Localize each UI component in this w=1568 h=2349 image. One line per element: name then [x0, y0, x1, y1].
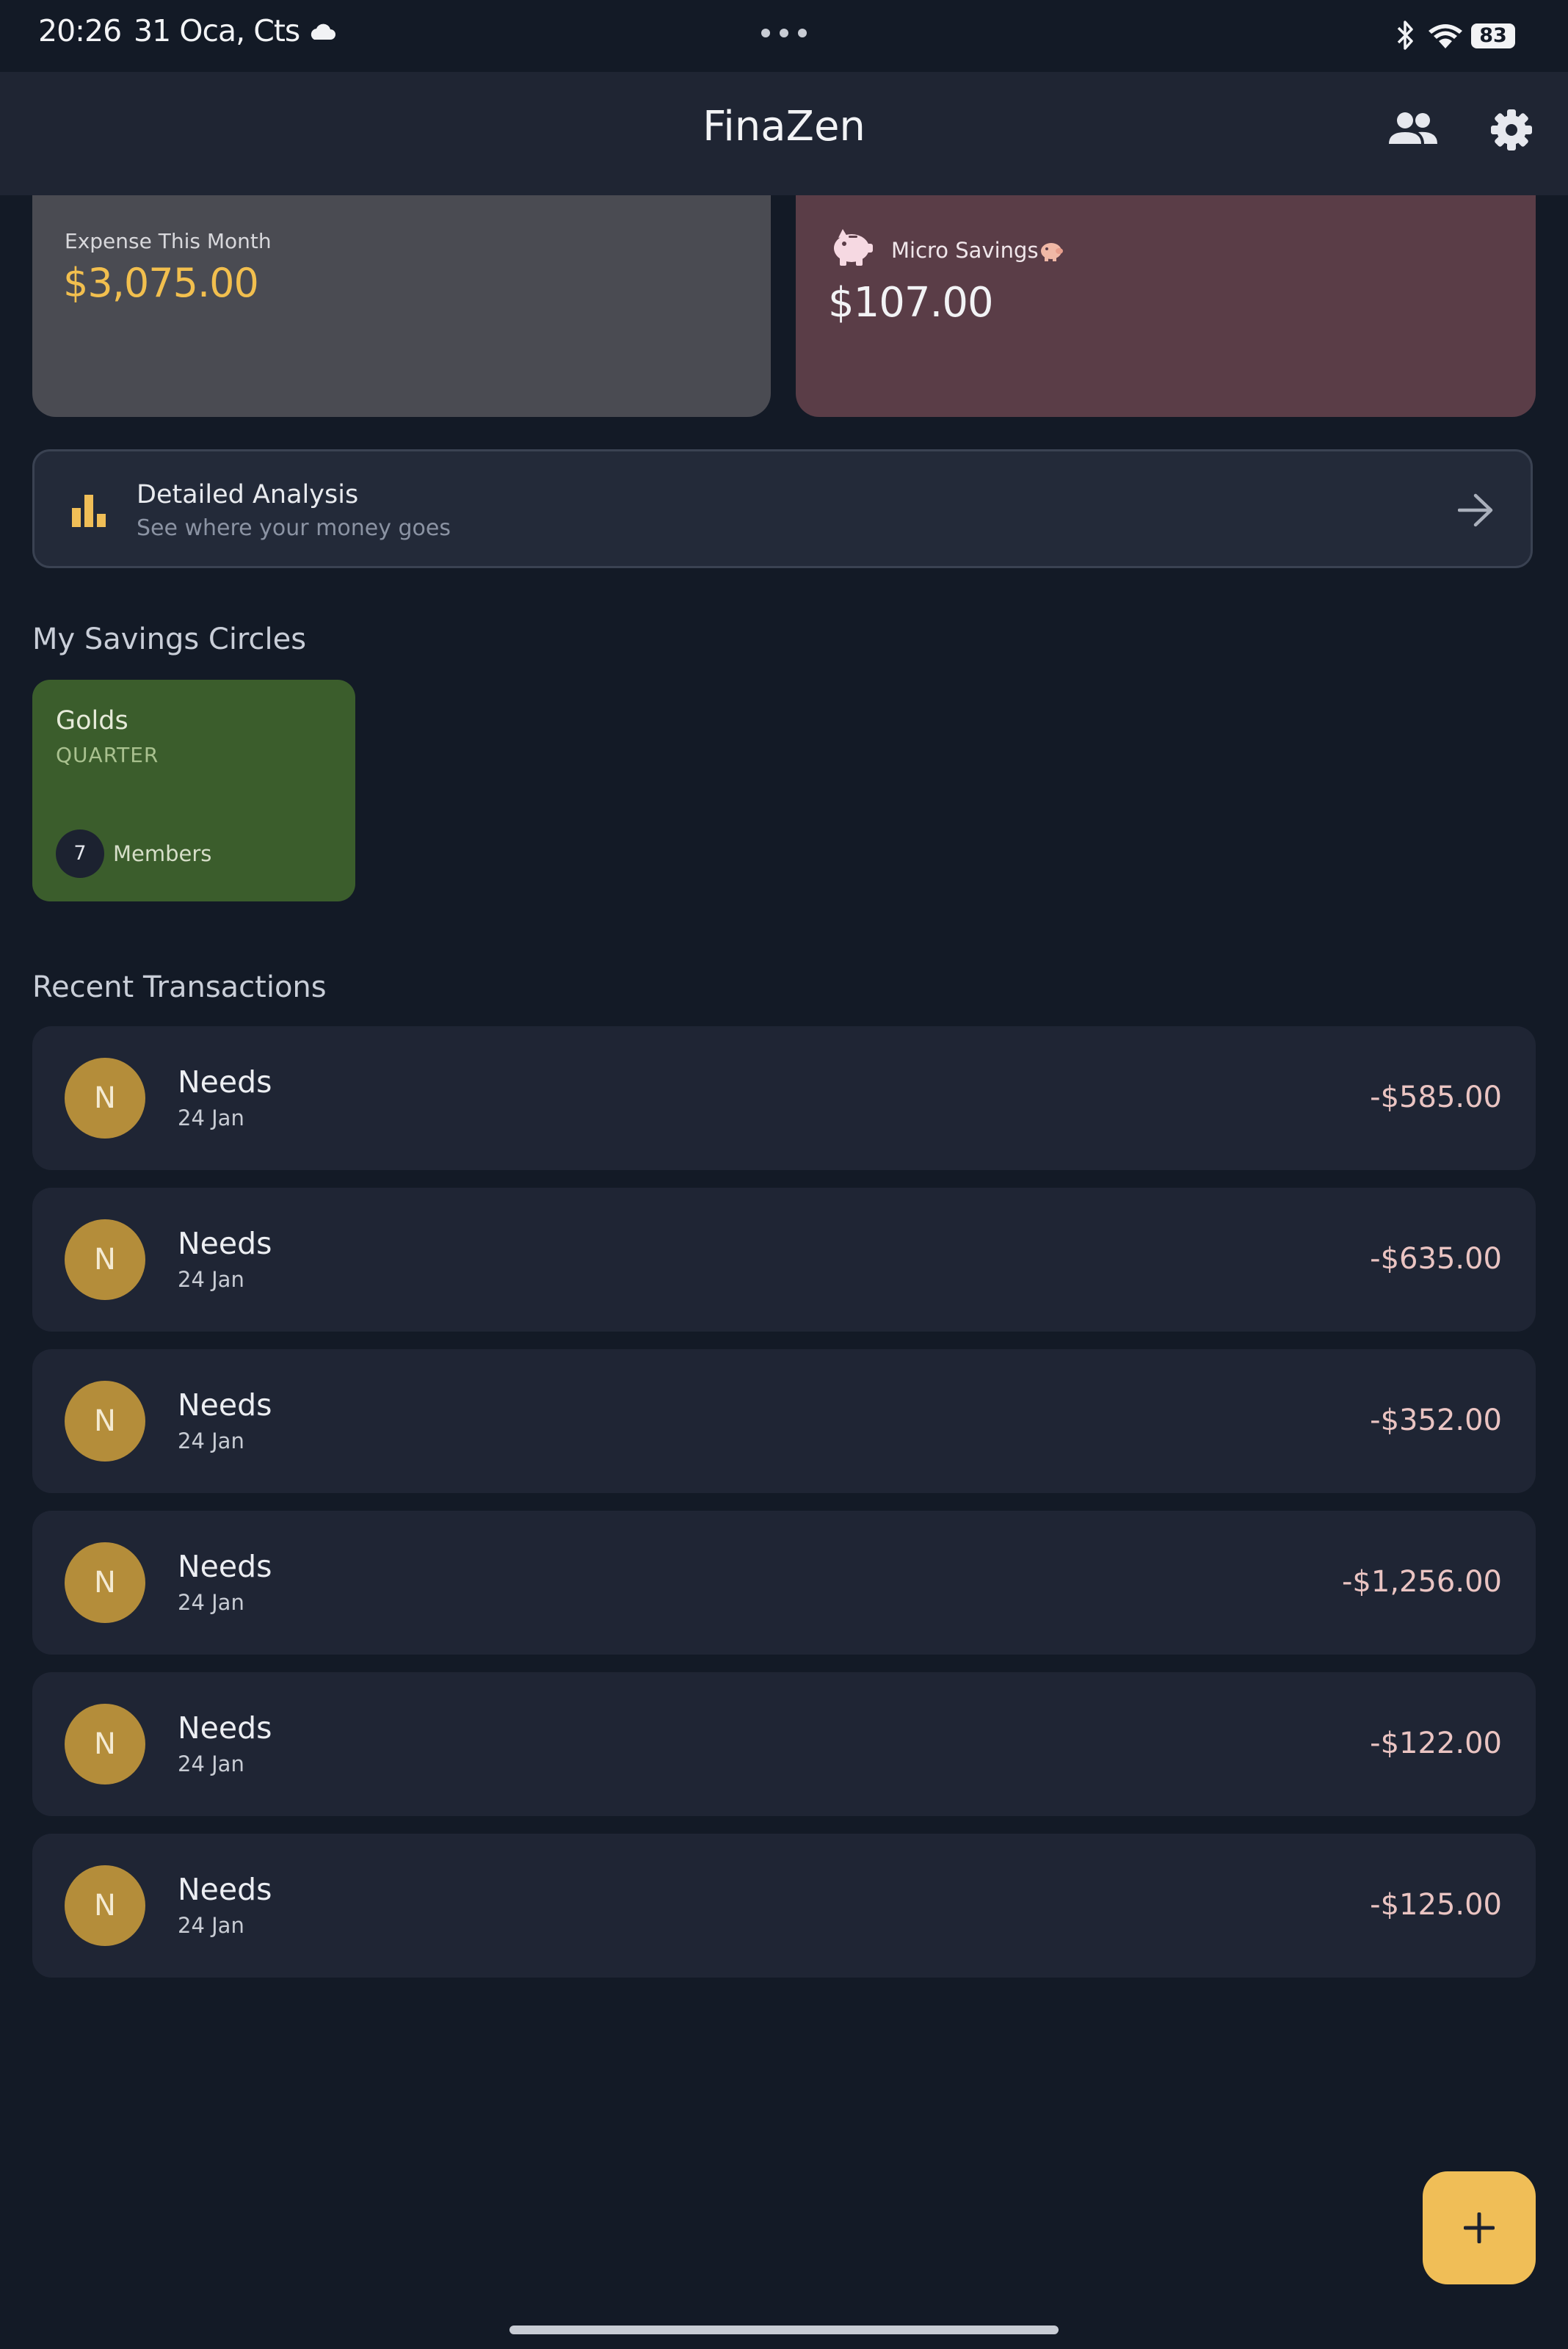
- analysis-subtitle: See where your money goes: [137, 515, 451, 541]
- transaction-name: Needs: [178, 1387, 272, 1423]
- savings-circles-title: My Savings Circles: [32, 622, 307, 656]
- analysis-title: Detailed Analysis: [137, 480, 359, 509]
- transaction-amount: -$122.00: [1370, 1727, 1502, 1760]
- member-count-badge: 7: [56, 829, 104, 878]
- transaction-avatar: N: [65, 1704, 145, 1785]
- transaction-avatar: N: [65, 1865, 145, 1946]
- transaction-date: 24 Jan: [178, 1590, 244, 1615]
- transaction-avatar: N: [65, 1542, 145, 1623]
- transaction-amount: -$585.00: [1370, 1081, 1502, 1114]
- piggy-bank-icon: [834, 229, 873, 266]
- bar-chart-icon: [72, 495, 106, 527]
- micro-savings-amount: $107.00: [828, 279, 994, 327]
- status-time: 20:26: [38, 13, 122, 48]
- transaction-amount: -$635.00: [1370, 1242, 1502, 1276]
- transaction-avatar: N: [65, 1058, 145, 1139]
- transaction-amount: -$1,256.00: [1341, 1565, 1502, 1599]
- app-title: FinaZen: [703, 103, 865, 150]
- expense-amount: $3,075.00: [63, 260, 259, 306]
- micro-savings-label: Micro Savings: [891, 238, 1039, 263]
- transaction-date: 24 Jan: [178, 1428, 244, 1453]
- members-label: Members: [113, 841, 212, 866]
- plus-icon: [1464, 2212, 1495, 2243]
- expense-label: Expense This Month: [65, 229, 272, 253]
- more-dots-icon[interactable]: [761, 28, 807, 38]
- transaction-date: 24 Jan: [178, 1267, 244, 1292]
- transaction-amount: -$125.00: [1370, 1888, 1502, 1922]
- cloud-icon: [311, 23, 335, 40]
- recent-transactions-title: Recent Transactions: [32, 970, 327, 1004]
- transaction-date: 24 Jan: [178, 1105, 244, 1130]
- transaction-avatar: N: [65, 1219, 145, 1300]
- transaction-date: 24 Jan: [178, 1913, 244, 1938]
- transaction-name: Needs: [178, 1064, 272, 1100]
- transaction-name: Needs: [178, 1549, 272, 1584]
- battery-indicator: 83: [1471, 23, 1515, 48]
- group-icon[interactable]: [1389, 109, 1437, 148]
- circle-name: Golds: [56, 706, 128, 736]
- wifi-icon: [1429, 24, 1462, 48]
- circle-period: QUARTER: [56, 743, 159, 767]
- home-indicator[interactable]: [509, 2326, 1059, 2334]
- pig-emoji-icon: [1041, 243, 1063, 261]
- bluetooth-icon: [1397, 21, 1413, 50]
- transaction-name: Needs: [178, 1872, 272, 1907]
- transaction-avatar: N: [65, 1381, 145, 1462]
- gear-icon[interactable]: [1490, 109, 1533, 151]
- status-date: 31 Oca, Cts: [134, 13, 300, 48]
- arrow-right-icon[interactable]: [1458, 493, 1495, 527]
- transaction-name: Needs: [178, 1226, 272, 1261]
- transaction-date: 24 Jan: [178, 1751, 244, 1776]
- transaction-name: Needs: [178, 1710, 272, 1746]
- transaction-amount: -$352.00: [1370, 1404, 1502, 1437]
